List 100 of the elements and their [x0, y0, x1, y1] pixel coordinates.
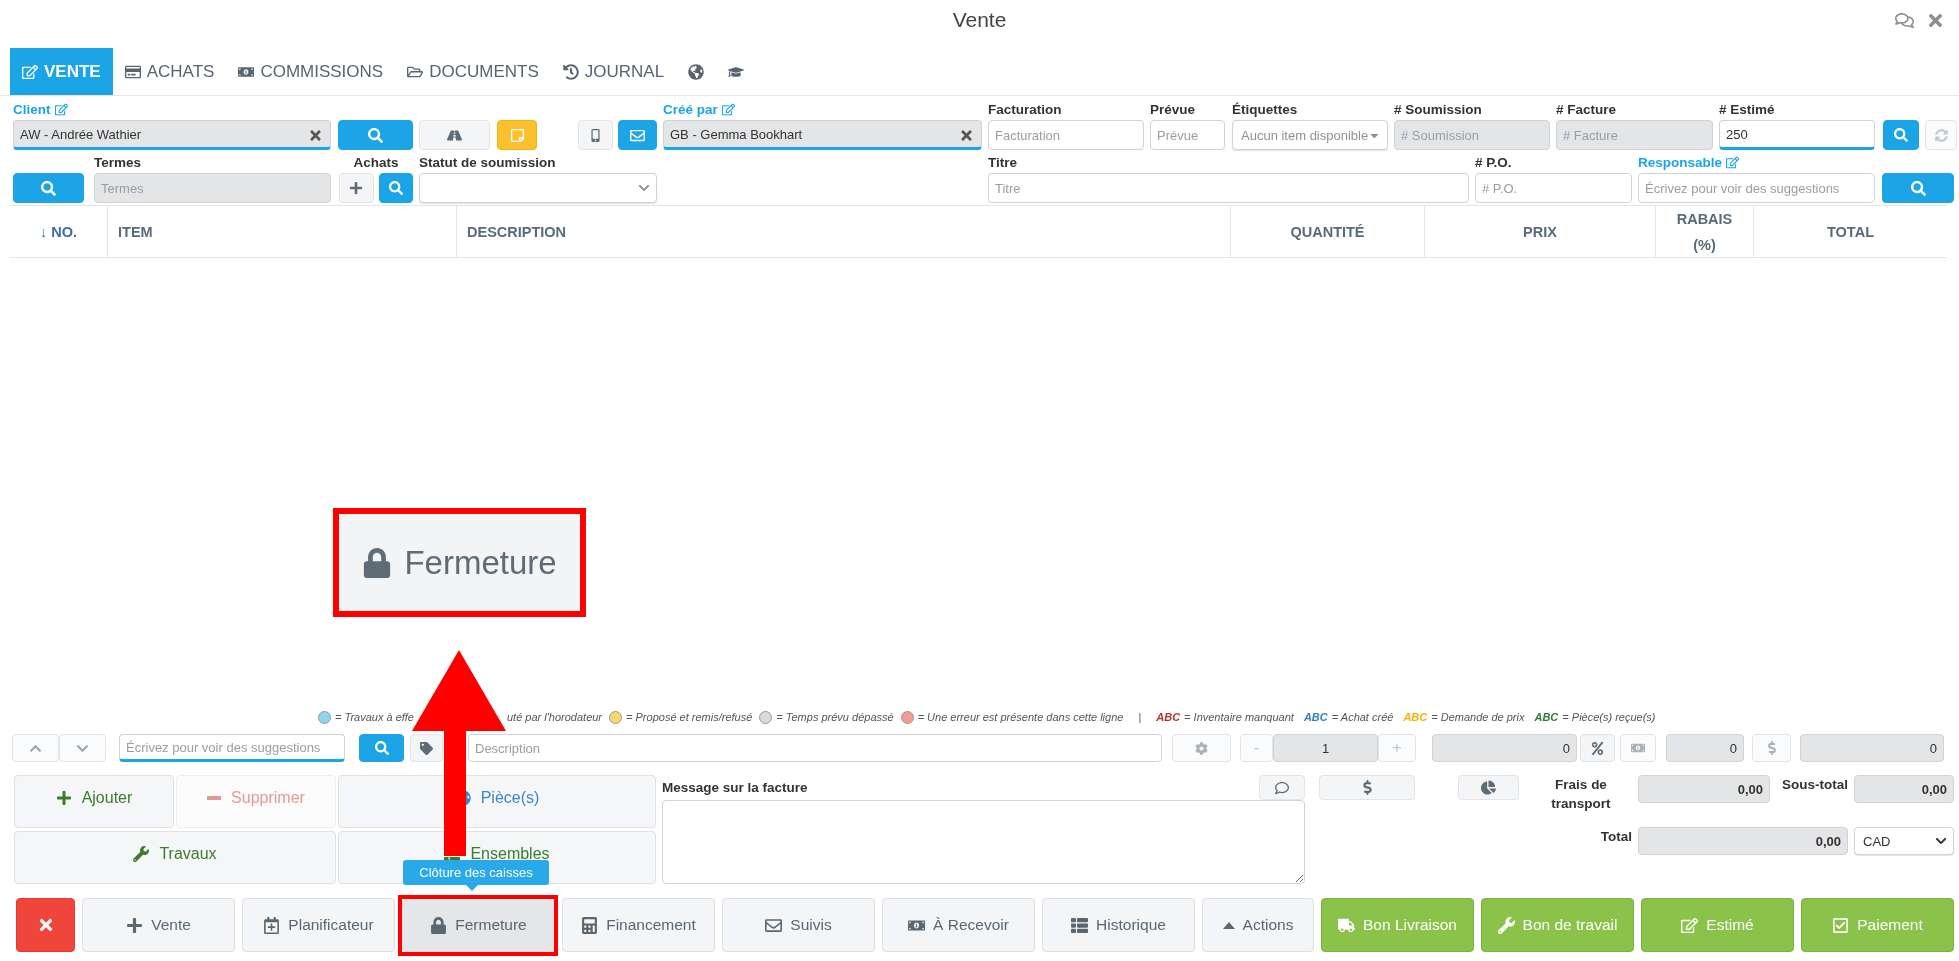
move-up-button[interactable]	[12, 734, 59, 762]
edit-icon	[1681, 916, 1699, 934]
chevron-icon	[1935, 835, 1947, 847]
column-header[interactable]: DESCRIPTION	[456, 206, 1230, 257]
column-header[interactable]: PRIX	[1424, 206, 1655, 257]
dollar-button[interactable]	[1319, 775, 1415, 800]
tab[interactable]: VENTE	[10, 48, 113, 95]
search-button[interactable]	[13, 173, 84, 203]
total-field[interactable]: 0,00	[1638, 827, 1848, 855]
currency-dropdown[interactable]: CAD	[1854, 827, 1954, 855]
quantity-field[interactable]: 1	[1273, 734, 1378, 762]
column-header[interactable]: ↓ NO.	[10, 206, 107, 257]
tab[interactable]: JOURNAL	[550, 48, 677, 95]
truck-icon	[1338, 916, 1356, 934]
phone-icon	[589, 128, 602, 142]
field-label: # Estimé	[1719, 101, 1775, 117]
billing-field[interactable]: Facturation	[988, 120, 1144, 150]
field-label: Achats	[353, 154, 399, 170]
column-header[interactable]: ITEM	[107, 206, 456, 257]
search-button[interactable]	[1882, 173, 1954, 203]
terms-field[interactable]: Termes	[94, 173, 331, 203]
refresh-button[interactable]	[1925, 120, 1957, 150]
plus-icon	[126, 916, 144, 934]
road-button[interactable]	[419, 120, 490, 150]
plus-icon	[349, 181, 364, 195]
note-button[interactable]	[497, 120, 537, 150]
message-field[interactable]	[662, 800, 1305, 884]
line-total-field[interactable]: 0	[1800, 734, 1944, 762]
email-button[interactable]	[618, 120, 657, 150]
list-icon	[1071, 916, 1089, 934]
legend-code: ABC	[1534, 711, 1559, 723]
toolbar-button[interactable]: Actions	[1202, 898, 1314, 952]
pie-chart-icon	[1481, 780, 1496, 795]
legend-text: = Inventaire manquant	[1184, 711, 1294, 723]
invoice-number-field[interactable]: # Facture	[1556, 120, 1713, 150]
client-label[interactable]: Client	[13, 101, 51, 117]
toolbar-button[interactable]: Suivis	[722, 898, 875, 952]
toolbar-button[interactable]: Planificateur	[242, 898, 395, 952]
add-button[interactable]	[339, 173, 374, 203]
search-icon	[374, 741, 389, 755]
pie-chart-button[interactable]	[1458, 775, 1519, 800]
discount-field[interactable]: 0	[1666, 734, 1744, 762]
close-button[interactable]	[16, 898, 75, 952]
refresh-icon	[1934, 128, 1948, 142]
description-field[interactable]: Description	[468, 734, 1162, 762]
quote-number-field[interactable]: # Soumission	[1394, 120, 1550, 150]
lock-icon	[362, 547, 393, 578]
shipping-field[interactable]: 0,00	[1638, 775, 1770, 803]
chevron-icon	[638, 182, 650, 194]
tags-dropdown[interactable]: Aucun item disponible	[1232, 120, 1388, 150]
field-label: Prévue	[1150, 101, 1196, 117]
comments-icon	[1895, 10, 1914, 30]
column-header[interactable]: RABAIS (%)	[1655, 206, 1753, 257]
percent-button[interactable]	[1580, 734, 1615, 762]
search-button[interactable]	[378, 173, 413, 203]
toolbar-button[interactable]: À Recevoir	[882, 898, 1035, 952]
toolbar-button[interactable]: Financement	[562, 898, 715, 952]
created-by-label[interactable]: Créé par	[663, 101, 718, 117]
client-field[interactable]: AW - Andrée Wathier	[13, 120, 331, 150]
manager-label[interactable]: Responsable	[1638, 154, 1723, 170]
settings-button[interactable]	[1172, 734, 1231, 762]
labour-button[interactable]: Travaux	[14, 831, 336, 884]
created-by-field[interactable]: GB - Gemma Bookhart	[663, 120, 982, 150]
legend-text: = Une erreur est présente dans cette ligne	[917, 711, 1124, 723]
title-field[interactable]: Titre	[988, 173, 1469, 203]
item-search-field[interactable]: Écrivez pour voir des suggestions	[119, 734, 345, 762]
status-dropdown[interactable]	[419, 173, 657, 203]
history-icon	[562, 63, 579, 80]
edit-icon	[22, 63, 38, 80]
wrench-icon	[133, 845, 150, 862]
tab[interactable]: DOCUMENTS	[395, 48, 551, 95]
column-header[interactable]: QUANTITÉ	[1230, 206, 1424, 257]
price-field[interactable]: 0	[1432, 734, 1577, 762]
dollar-button[interactable]	[1752, 734, 1791, 762]
search-button[interactable]	[359, 734, 404, 762]
toolbar-button[interactable]: Fermeture	[402, 898, 555, 952]
comment-button[interactable]	[1259, 775, 1305, 800]
move-down-button[interactable]	[59, 734, 106, 762]
clear-icon	[959, 128, 974, 143]
column-header[interactable]: TOTAL	[1753, 206, 1947, 257]
phone-button[interactable]	[578, 120, 613, 150]
manager-field[interactable]: Écrivez pour voir des suggestions	[1638, 173, 1875, 203]
banknote-icon	[1631, 741, 1645, 755]
add-button[interactable]: Ajouter	[14, 775, 174, 828]
tab[interactable]: ACHATS	[112, 48, 227, 95]
search-button[interactable]	[1883, 120, 1919, 150]
planned-field[interactable]: Prévue	[1150, 120, 1225, 150]
tab[interactable]: COMMISSIONS	[226, 48, 396, 95]
toolbar-button[interactable]: Historique	[1042, 898, 1195, 952]
wrench-icon	[1497, 916, 1515, 934]
shipping-label: Frais de transport	[1550, 776, 1612, 813]
search-button[interactable]	[338, 120, 413, 150]
subtotal-field[interactable]: 0,00	[1854, 775, 1954, 803]
toolbar-button[interactable]: Vente	[82, 898, 235, 952]
tag-button[interactable]	[410, 734, 443, 762]
po-number-field[interactable]: # P.O.	[1475, 173, 1632, 203]
search-icon	[41, 180, 56, 196]
amount-button[interactable]	[1620, 734, 1656, 762]
estimate-number-field[interactable]: 250	[1719, 120, 1875, 150]
parts-button[interactable]: Pièce(s)	[338, 775, 656, 828]
